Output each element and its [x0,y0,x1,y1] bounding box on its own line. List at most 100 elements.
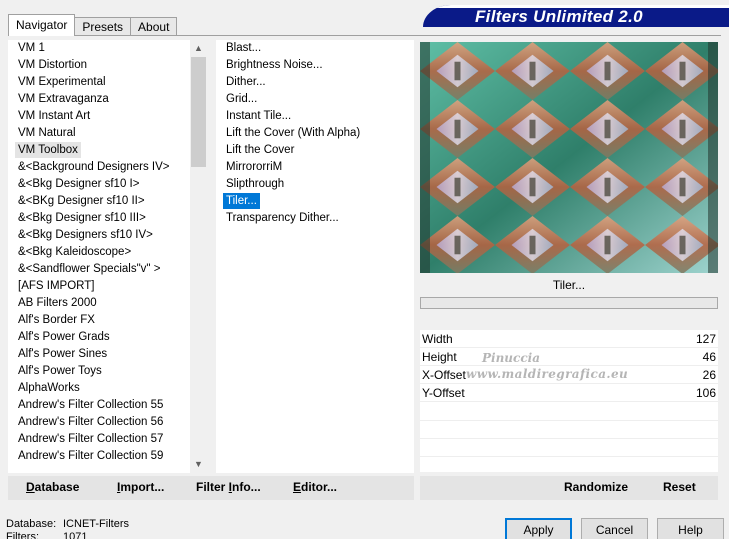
apply-button[interactable]: Apply [505,518,572,539]
category-item[interactable]: &<Sandflower Specials"v" > [8,261,190,278]
tab-presets[interactable]: Presets [74,17,132,36]
help-button[interactable]: Help [657,518,724,539]
filter-item-label: Transparency Dither... [226,212,339,224]
app-title: Filters Unlimited 2.0 [475,7,643,26]
category-item[interactable]: Alf's Power Grads [8,329,190,346]
scroll-up-icon[interactable]: ▲ [190,40,207,57]
preview-progress-bar [420,297,718,309]
category-item[interactable]: Alf's Power Toys [8,363,190,380]
category-scrollbar[interactable]: ▲ ▼ [190,40,207,473]
filter-item[interactable]: MirrororriM [216,159,414,176]
category-item-label: &<Bkg Designer sf10 III> [18,212,146,224]
tab-navigator[interactable]: Navigator [8,14,76,36]
filter-item-label: Instant Tile... [226,110,292,122]
category-item[interactable]: [AFS IMPORT] [8,278,190,295]
category-item[interactable]: &<Bkg Designer sf10 III> [8,210,190,227]
filter-item[interactable]: Grid... [216,91,414,108]
filter-item[interactable]: Instant Tile... [216,108,414,125]
filter-item[interactable]: Tiler... [216,193,414,210]
filter-item-label: Brightness Noise... [226,59,323,71]
watermark: Pinuccia www.maldiregrafica.eu [452,350,628,382]
filter-info-button[interactable]: Filter Info... [196,480,261,494]
param-value[interactable]: 26 [703,366,716,384]
category-item-label: VM Toolbox [15,142,81,158]
param-value[interactable]: 127 [696,330,716,348]
import-button[interactable]: Import... [117,480,164,494]
status-database-label: Database: [6,518,57,530]
category-item-label: Andrew's Filter Collection 55 [18,399,164,411]
category-item[interactable]: VM Instant Art [8,108,190,125]
param-row-y-offset[interactable]: Y-Offset 106 [420,384,718,402]
category-item-label: VM Natural [18,127,76,139]
category-item-label: AB Filters 2000 [18,297,97,309]
status-filters-label: Filters: [6,531,39,539]
category-item[interactable]: VM Toolbox [8,142,190,159]
kaleidoscope-pattern [420,42,718,273]
param-row-width[interactable]: Width 127 [420,330,718,348]
category-item[interactable]: VM Natural [8,125,190,142]
category-item[interactable]: &<Bkg Kaleidoscope> [8,244,190,261]
status-database-value: ICNET-Filters [63,518,129,530]
category-item-label: &<Bkg Designer sf10 I> [18,178,140,190]
filter-item[interactable]: Transparency Dither... [216,210,414,227]
reset-button[interactable]: Reset [663,480,696,494]
category-item[interactable]: Andrew's Filter Collection 59 [8,448,190,465]
filter-list: Blast... Brightness Noise... Dither... Grid… [216,40,414,227]
filter-item[interactable]: Dither... [216,74,414,91]
filter-item[interactable]: Blast... [216,40,414,57]
param-row-empty [420,438,718,439]
scroll-down-icon[interactable]: ▼ [190,456,207,473]
category-item-label: &<BKg Designer sf10 II> [18,195,145,207]
category-item-label: AlphaWorks [18,382,80,394]
filter-item-label: Grid... [226,93,258,105]
category-item[interactable]: Alf's Border FX [8,312,190,329]
filter-item[interactable]: Lift the Cover (With Alpha) [216,125,414,142]
scroll-thumb[interactable] [191,57,206,167]
category-item[interactable]: VM Extravaganza [8,91,190,108]
filter-item-label: Blast... [226,42,262,54]
cancel-button[interactable]: Cancel [581,518,648,539]
preview-image [420,42,718,273]
command-bar-left: Database Import... Filter Info... Editor… [8,476,414,500]
filter-item-label: Lift the Cover (With Alpha) [226,127,361,139]
filter-item[interactable]: Lift the Cover [216,142,414,159]
database-button[interactable]: Database [26,480,79,494]
category-item[interactable]: VM 1 [8,40,190,57]
randomize-button[interactable]: Randomize [564,480,628,494]
app-banner: Filters Unlimited 2.0 [423,5,729,27]
category-item[interactable]: Andrew's Filter Collection 57 [8,431,190,448]
category-item[interactable]: AB Filters 2000 [8,295,190,312]
filter-item[interactable]: Slipthrough [216,176,414,193]
category-item[interactable]: VM Experimental [8,74,190,91]
editor-button[interactable]: Editor... [293,480,337,494]
tab-about[interactable]: About [130,17,178,36]
category-item[interactable]: &<Bkg Designer sf10 I> [8,176,190,193]
param-value[interactable]: 106 [696,384,716,402]
category-item[interactable]: Andrew's Filter Collection 56 [8,414,190,431]
category-list: VM 1 VM Distortion VM Experimental VM Extra… [8,40,190,465]
status-database: Database: ICNET-Filters [6,518,129,530]
param-label: Y-Offset [422,386,465,400]
category-item[interactable]: Alf's Power Sines [8,346,190,363]
tab-strip: Navigator Presets About [8,14,178,36]
category-item-label: VM 1 [18,42,45,54]
command-bar-right: Randomize Reset [420,476,718,500]
category-item-label: VM Experimental [18,76,106,88]
param-value[interactable]: 46 [703,348,716,366]
category-item[interactable]: Andrew's Filter Collection 55 [8,397,190,414]
category-list-panel: VM 1 VM Distortion VM Experimental VM Extra… [8,40,207,473]
category-item[interactable]: &<BKg Designer sf10 II> [8,193,190,210]
param-row-empty [420,420,718,421]
category-item[interactable]: &<Background Designers IV> [8,159,190,176]
filter-item[interactable]: Brightness Noise... [216,57,414,74]
category-item-label: &<Bkg Designers sf10 IV> [18,229,153,241]
category-item-label: &<Background Designers IV> [18,161,170,173]
status-filters-value: 1071 [63,531,88,539]
filter-item-label: Dither... [226,76,266,88]
category-item[interactable]: AlphaWorks [8,380,190,397]
category-item-label: Andrew's Filter Collection 59 [18,450,164,462]
category-item-label: Andrew's Filter Collection 57 [18,433,164,445]
category-item[interactable]: VM Distortion [8,57,190,74]
category-item[interactable]: &<Bkg Designers sf10 IV> [8,227,190,244]
category-item-label: &<Bkg Kaleidoscope> [18,246,132,258]
